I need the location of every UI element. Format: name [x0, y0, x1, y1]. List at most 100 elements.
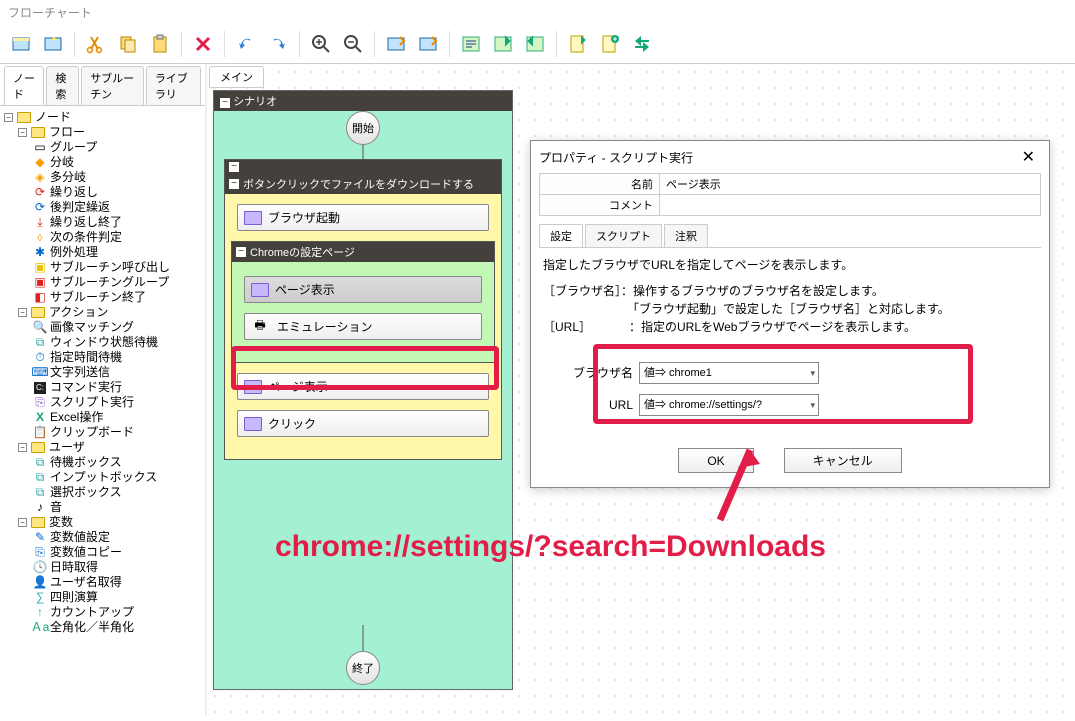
- name-value[interactable]: ページ表示: [660, 174, 1041, 195]
- start-node[interactable]: 開始: [346, 111, 380, 145]
- tree-item[interactable]: ✱例外処理: [2, 245, 203, 260]
- tree-item[interactable]: ∑四則演算: [2, 590, 203, 605]
- collapse-icon[interactable]: −: [229, 179, 239, 189]
- copy-button[interactable]: [113, 29, 143, 59]
- tree-item[interactable]: ▣サブルーチン呼び出し: [2, 260, 203, 275]
- doc-button-1[interactable]: [563, 29, 593, 59]
- tree-item[interactable]: ⤓繰り返し終了: [2, 215, 203, 230]
- tree-item[interactable]: ⎘スクリプト実行: [2, 395, 203, 410]
- subroutine-call-icon: ▣: [34, 262, 46, 274]
- close-button[interactable]: ✕: [1016, 147, 1041, 167]
- sound-icon: ♪: [34, 502, 46, 514]
- param-browser-combo[interactable]: 値⇒ chrome1: [639, 362, 819, 384]
- tab-subroutine[interactable]: サブルーチン: [81, 66, 144, 105]
- script-icon: [244, 380, 262, 394]
- ok-button[interactable]: OK: [678, 448, 753, 473]
- doc-button-2[interactable]: [595, 29, 625, 59]
- tree-item[interactable]: ◆分岐: [2, 155, 203, 170]
- tree-item[interactable]: 📋クリップボード: [2, 425, 203, 440]
- tree-item[interactable]: ⟳後判定繰返: [2, 200, 203, 215]
- tree-item[interactable]: 👤ユーザ名取得: [2, 575, 203, 590]
- tree-group-action[interactable]: −アクション: [2, 305, 203, 320]
- tree-item[interactable]: ◈多分岐: [2, 170, 203, 185]
- tab-search[interactable]: 検索: [46, 66, 79, 105]
- tab-script[interactable]: スクリプト: [585, 224, 662, 247]
- tree-group-var[interactable]: −変数: [2, 515, 203, 530]
- collapse-icon[interactable]: −: [220, 98, 230, 108]
- run-button[interactable]: [381, 29, 411, 59]
- tree-item[interactable]: ✎変数値設定: [2, 530, 203, 545]
- tree-item[interactable]: ⌨文字列送信: [2, 365, 203, 380]
- step-page-display[interactable]: ページ表示: [244, 276, 482, 303]
- tree-item[interactable]: C:コマンド実行: [2, 380, 203, 395]
- tab-settings[interactable]: 設定: [539, 224, 583, 247]
- tab-node[interactable]: ノード: [4, 66, 44, 105]
- tree-item[interactable]: XExcel操作: [2, 410, 203, 425]
- tree-item[interactable]: ⧉ウィンドウ状態待機: [2, 335, 203, 350]
- loop-end-icon: ⤓: [34, 217, 46, 229]
- step-page-display-2[interactable]: ページ表示: [237, 373, 489, 400]
- zoom-in-button[interactable]: [306, 29, 336, 59]
- script-icon: [251, 283, 269, 297]
- step-browser-launch[interactable]: ブラウザ起動: [237, 204, 489, 231]
- tree-item[interactable]: ▣サブルーチングループ: [2, 275, 203, 290]
- tab-library[interactable]: ライブラリ: [146, 66, 201, 105]
- tree-item[interactable]: ⎘変数値コピー: [2, 545, 203, 560]
- send-text-icon: ⌨: [34, 367, 46, 379]
- param-url-label: URL: [543, 396, 633, 414]
- main-toolbar: [0, 25, 1075, 64]
- zoom-out-button[interactable]: [338, 29, 368, 59]
- step-emulation[interactable]: 🖶 エミュレーション: [244, 313, 482, 340]
- multibranch-icon: ◈: [34, 172, 46, 184]
- inputbox-icon: ⧉: [34, 472, 46, 484]
- tree-item[interactable]: ⬨次の条件判定: [2, 230, 203, 245]
- run-step-button[interactable]: [413, 29, 443, 59]
- tree-group-user[interactable]: −ユーザ: [2, 440, 203, 455]
- group-download[interactable]: − −ボタンクリックでファイルをダウンロードする ブラウザ起動 −Chromeの…: [224, 159, 502, 460]
- command-icon: C:: [34, 382, 46, 394]
- main-tab[interactable]: メイン: [209, 66, 264, 88]
- new-button[interactable]: [6, 29, 36, 59]
- tab-comment[interactable]: 注釈: [664, 224, 708, 247]
- tree-item[interactable]: ⏱指定時間待機: [2, 350, 203, 365]
- tree-item[interactable]: Ａa全角化／半角化: [2, 620, 203, 635]
- selectbox-icon: ⧉: [34, 487, 46, 499]
- printer-icon: 🖶: [251, 321, 269, 333]
- tree-item[interactable]: ▭グループ: [2, 140, 203, 155]
- open-button[interactable]: [38, 29, 68, 59]
- doc-button-3[interactable]: [627, 29, 657, 59]
- next-cond-icon: ⬨: [34, 232, 46, 244]
- tree-item[interactable]: ⟳繰り返し: [2, 185, 203, 200]
- tree-item[interactable]: 🔍画像マッチング: [2, 320, 203, 335]
- collapse-icon[interactable]: −: [229, 162, 239, 172]
- tree-group-flow[interactable]: −フロー: [2, 125, 203, 140]
- waitbox-icon: ⧉: [34, 457, 46, 469]
- tree-item[interactable]: ↑カウントアップ: [2, 605, 203, 620]
- collapse-icon[interactable]: −: [236, 247, 246, 257]
- redo-button[interactable]: [263, 29, 293, 59]
- window-button-3[interactable]: [520, 29, 550, 59]
- scenario-block[interactable]: − シナリオ 開始 − −ボタンクリックでファイルをダウンロードする ブラウザ起…: [213, 90, 513, 690]
- undo-button[interactable]: [231, 29, 261, 59]
- tree-item[interactable]: ⧉待機ボックス: [2, 455, 203, 470]
- window-button-2[interactable]: [488, 29, 518, 59]
- tree-item[interactable]: ⧉選択ボックス: [2, 485, 203, 500]
- end-node[interactable]: 終了: [346, 651, 380, 685]
- param-url-combo[interactable]: 値⇒ chrome://settings/?: [639, 394, 819, 416]
- paste-button[interactable]: [145, 29, 175, 59]
- script-icon: [244, 211, 262, 225]
- window-button-1[interactable]: [456, 29, 486, 59]
- property-table: 名前ページ表示 コメント: [539, 173, 1041, 216]
- tree-item[interactable]: ◧サブルーチン終了: [2, 290, 203, 305]
- tree-item[interactable]: 🕓日時取得: [2, 560, 203, 575]
- script-icon: ⎘: [34, 397, 46, 409]
- var-copy-icon: ⎘: [34, 547, 46, 559]
- comment-value[interactable]: [660, 195, 1041, 216]
- tree-item[interactable]: ♪音: [2, 500, 203, 515]
- cut-button[interactable]: [81, 29, 111, 59]
- tree-item[interactable]: ⧉インプットボックス: [2, 470, 203, 485]
- step-click[interactable]: クリック: [237, 410, 489, 437]
- delete-button[interactable]: [188, 29, 218, 59]
- cancel-button[interactable]: キャンセル: [784, 448, 902, 473]
- tree-root[interactable]: −ノード: [2, 110, 203, 125]
